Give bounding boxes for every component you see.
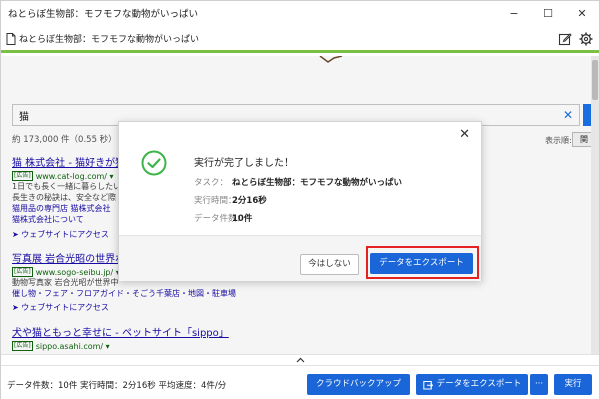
record-count-row: データ件数： 10件: [194, 212, 252, 224]
window-controls: − ☐ ✕: [497, 1, 599, 25]
export-data-button[interactable]: データをエクスポート: [370, 253, 473, 274]
gear-icon[interactable]: [578, 31, 594, 47]
edit-icon[interactable]: [557, 31, 573, 47]
run-stats: データ件数：10件 実行時間：2分16秒 平均速度：4件/分: [7, 381, 227, 391]
chevron-up-icon: [296, 357, 304, 362]
duration-label: 実行時間：: [194, 196, 237, 206]
more-options-button[interactable]: ···: [530, 374, 548, 395]
record-count-value: 10件: [232, 214, 253, 224]
duration-value: 2分16秒: [232, 196, 267, 206]
close-window-button[interactable]: ✕: [565, 1, 599, 25]
task-value: ねとらぼ生物部：モフモフな動物がいっぱい: [232, 178, 403, 188]
tab-bar: ねとらぼ生物部：モフモフな動物がいっぱい: [1, 27, 599, 53]
duration-row: 実行時間： 2分16秒: [194, 194, 267, 206]
collapse-panel-toggle[interactable]: [1, 354, 599, 364]
dialog-heading: 実行が完了しました！: [194, 158, 294, 169]
run-button[interactable]: 実行: [554, 374, 592, 395]
tab-title[interactable]: ねとらぼ生物部：モフモフな動物がいっぱい: [19, 32, 199, 45]
maximize-button[interactable]: ☐: [531, 1, 565, 25]
task-label: タスク：: [194, 178, 229, 188]
minimize-button[interactable]: −: [497, 1, 531, 25]
not-now-button[interactable]: 今はしない: [300, 254, 359, 275]
title-bar: ねとらぼ生物部：モフモフな動物がいっぱい − ☐ ✕: [1, 1, 599, 25]
window-title: ねとらぼ生物部：モフモフな動物がいっぱい: [8, 9, 199, 20]
task-row: タスク： ねとらぼ生物部：モフモフな動物がいっぱい: [194, 176, 402, 188]
app-window: ねとらぼ生物部：モフモフな動物がいっぱい − ☐ ✕ ねとらぼ生物部：モフモフな…: [0, 0, 600, 399]
export-data-bottom-label: データをエクスポート: [436, 379, 522, 389]
dialog-divider: [119, 235, 481, 236]
document-icon: [6, 32, 16, 45]
status-bar: データ件数：10件 実行時間：2分16秒 平均速度：4件/分 クラウドバックアッ…: [1, 365, 599, 399]
completion-dialog: ✕ 実行が完了しました！ タスク： ねとらぼ生物部：モフモフな動物がいっぱい 実…: [118, 121, 482, 281]
check-circle-icon: [141, 150, 167, 176]
export-icon: [422, 380, 433, 389]
cloud-backup-button[interactable]: クラウドバックアップ: [307, 374, 410, 395]
close-dialog-icon[interactable]: ✕: [459, 127, 470, 142]
export-data-bottom-button[interactable]: データをエクスポート: [416, 374, 528, 395]
